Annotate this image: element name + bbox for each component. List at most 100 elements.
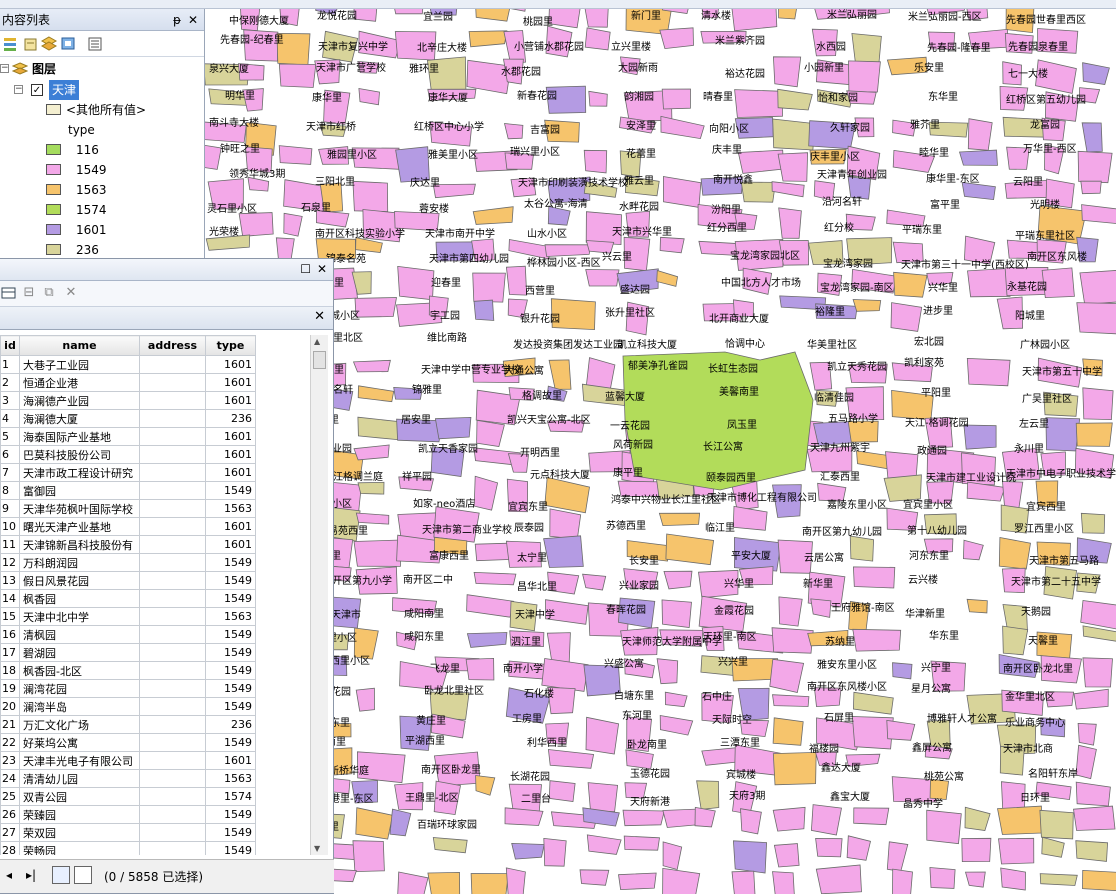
list-by-visibility-icon[interactable] — [40, 35, 58, 53]
cell-type[interactable]: 1549 — [205, 589, 256, 608]
cell-type[interactable]: 1549 — [205, 697, 256, 716]
map-parcel[interactable] — [352, 180, 389, 213]
cell-id[interactable]: 12 — [0, 553, 20, 572]
map-parcel[interactable] — [541, 658, 589, 692]
map-parcel[interactable] — [772, 118, 815, 151]
cell-id[interactable]: 22 — [0, 733, 20, 752]
map-parcel[interactable] — [1073, 805, 1116, 831]
table-row[interactable]: 23 天津丰光电子有限公司 1601 — [0, 751, 256, 770]
cell-name[interactable]: 荣双园 — [19, 823, 140, 842]
table-row[interactable]: 4 海澜德大厦 236 — [0, 409, 256, 428]
last-record-button[interactable]: ▸| — [26, 868, 36, 882]
map-parcel[interactable] — [503, 123, 524, 140]
column-header-id[interactable]: id — [0, 335, 20, 356]
cell-type[interactable]: 1601 — [205, 373, 256, 392]
cell-address[interactable] — [139, 787, 206, 806]
cell-name[interactable]: 荣臻园 — [19, 805, 140, 824]
map-parcel[interactable] — [1081, 122, 1103, 153]
cell-address[interactable] — [139, 733, 206, 752]
cell-name[interactable]: 富御园 — [19, 481, 140, 500]
collapse-toggle[interactable]: − — [14, 85, 23, 94]
map-parcel[interactable] — [584, 27, 611, 51]
table-row[interactable]: 15 天津中北中学 1563 — [0, 607, 256, 626]
map-parcel[interactable] — [1002, 625, 1029, 656]
map-parcel[interactable] — [585, 269, 620, 287]
cell-name[interactable]: 万汇文化广场 — [19, 715, 140, 734]
cell-address[interactable] — [139, 535, 206, 554]
cell-address[interactable] — [139, 499, 206, 518]
map-parcel[interactable] — [966, 357, 1011, 387]
map-parcel[interactable] — [772, 56, 802, 88]
map-parcel[interactable] — [468, 30, 508, 48]
cell-address[interactable] — [139, 517, 206, 536]
map-parcel[interactable] — [737, 149, 785, 174]
options-icon[interactable] — [86, 35, 104, 53]
map-parcel[interactable] — [658, 512, 701, 527]
cell-id[interactable]: 7 — [0, 463, 20, 482]
map-parcel[interactable] — [395, 146, 430, 183]
cell-name[interactable]: 天津中北中学 — [19, 607, 140, 626]
table-row[interactable]: 19 澜湾花园 1549 — [0, 679, 256, 698]
map-parcel[interactable] — [1039, 873, 1078, 886]
map-parcel[interactable] — [771, 181, 805, 198]
map-parcel[interactable] — [579, 869, 610, 886]
map-parcel[interactable] — [662, 841, 683, 870]
scroll-up-icon[interactable]: ▲ — [314, 337, 320, 346]
cell-address[interactable] — [139, 823, 206, 842]
map-parcel[interactable] — [1000, 867, 1026, 891]
close-icon[interactable]: ✕ — [186, 9, 200, 31]
map-parcel[interactable] — [472, 206, 514, 225]
table-row[interactable]: 28 荣畅园 1549 — [0, 841, 256, 855]
cell-type[interactable]: 1601 — [205, 463, 256, 482]
map-parcel[interactable] — [625, 749, 654, 770]
map-parcel[interactable] — [623, 835, 660, 851]
cell-id[interactable]: 26 — [0, 805, 20, 824]
show-all-records-button[interactable] — [52, 866, 70, 884]
map-parcel[interactable] — [544, 476, 590, 514]
map-parcel[interactable] — [771, 627, 814, 654]
map-parcel[interactable] — [893, 271, 928, 298]
cell-name[interactable]: 枫香园-北区 — [19, 661, 140, 680]
cell-name[interactable]: 恒通企业港 — [19, 373, 140, 392]
map-parcel[interactable] — [1082, 869, 1116, 892]
cell-name[interactable]: 曙光天津产业基地 — [19, 517, 140, 536]
map-parcel[interactable] — [777, 88, 813, 111]
map-parcel[interactable] — [815, 864, 862, 894]
map-parcel[interactable] — [662, 867, 701, 894]
cell-type[interactable]: 1601 — [205, 445, 256, 464]
map-parcel[interactable] — [663, 570, 693, 590]
map-parcel[interactable] — [1080, 180, 1102, 195]
map-parcel[interactable] — [548, 359, 572, 390]
delete-selected-icon[interactable]: ✕ — [62, 285, 80, 303]
map-parcel[interactable] — [1082, 657, 1113, 688]
cell-id[interactable]: 28 — [0, 841, 20, 855]
cell-address[interactable] — [139, 373, 206, 392]
map-parcel[interactable] — [476, 419, 505, 447]
map-parcel[interactable] — [772, 717, 804, 746]
map-parcel[interactable] — [773, 843, 800, 868]
map-parcel[interactable] — [238, 212, 274, 237]
map-parcel[interactable] — [853, 807, 890, 826]
map-parcel[interactable] — [543, 535, 584, 568]
cell-id[interactable]: 21 — [0, 715, 20, 734]
map-parcel[interactable] — [772, 694, 810, 707]
cell-id[interactable]: 1 — [0, 355, 20, 374]
cell-id[interactable]: 13 — [0, 571, 20, 590]
map-parcel[interactable] — [662, 808, 700, 828]
map-parcel[interactable] — [777, 152, 809, 182]
map-view[interactable]: 中保刚德大厦 龙悦花园 宜兰园 桃园里 新门里 清水楼 米兰弘丽园 米兰弘丽园-西区 先春园世春… — [205, 0, 1116, 894]
cell-id[interactable]: 5 — [0, 427, 20, 446]
cell-type[interactable]: 236 — [205, 715, 256, 734]
cell-address[interactable] — [139, 391, 206, 410]
map-parcel[interactable] — [961, 837, 992, 863]
cell-name[interactable]: 天津丰光电子有限公司 — [19, 751, 140, 770]
map-parcel[interactable] — [1045, 417, 1081, 452]
cell-id[interactable]: 17 — [0, 643, 20, 662]
cell-name[interactable]: 假日风景花园 — [19, 571, 140, 590]
map-parcel[interactable] — [1075, 744, 1097, 780]
map-parcel[interactable] — [432, 837, 468, 854]
cell-type[interactable]: 1601 — [205, 535, 256, 554]
cell-address[interactable] — [139, 841, 206, 855]
cell-address[interactable] — [139, 409, 206, 428]
map-parcel[interactable] — [511, 842, 545, 860]
